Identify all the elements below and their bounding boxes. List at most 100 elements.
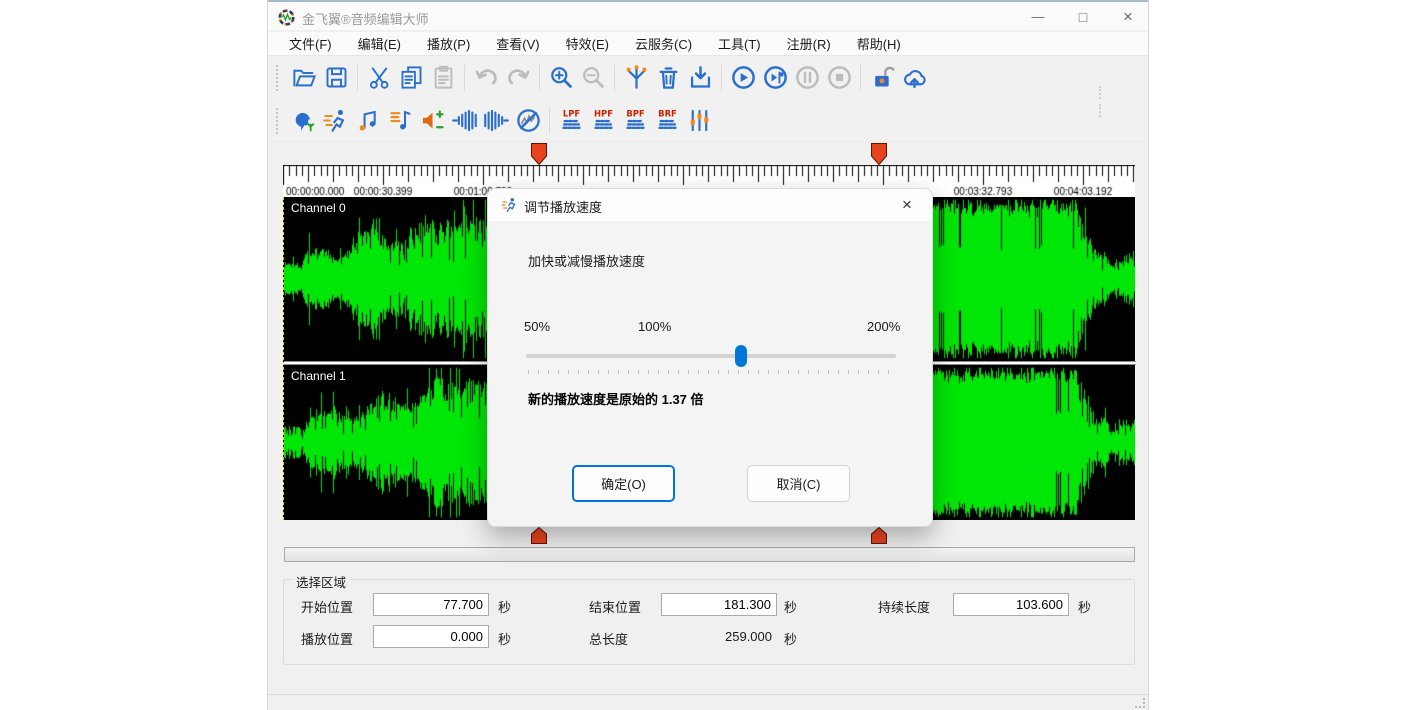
toolbar-grip	[1099, 104, 1101, 117]
selection-start-marker-top[interactable]	[531, 143, 547, 165]
menu-item-9[interactable]: 帮助(H)	[844, 31, 914, 56]
menu-item-2[interactable]: 编辑(E)	[345, 31, 414, 56]
toolbar-grip	[1099, 86, 1101, 99]
slider-tick	[698, 370, 699, 374]
minimize-button[interactable]: —	[1021, 4, 1055, 30]
menu-item-8[interactable]: 注册(R)	[774, 31, 844, 56]
zoom-out-icon	[578, 63, 608, 93]
slider-tick	[758, 370, 759, 374]
toolbar-separator	[549, 108, 550, 134]
selection-panel: 选择区域 开始位置秒结束位置秒持续长度秒播放位置秒总长度259.000秒	[283, 579, 1135, 665]
toolbar-separator	[357, 65, 358, 91]
cloud-upload-icon[interactable]	[899, 63, 929, 93]
slider-tick	[798, 370, 799, 374]
slider-tick	[748, 370, 749, 374]
brf-filter-icon[interactable]: BRF	[652, 106, 682, 136]
denoise-icon[interactable]	[513, 106, 543, 136]
paste-icon	[428, 63, 458, 93]
toolbar-effects: LPF HPF BPF BRF	[268, 100, 1148, 142]
svg-text:LPF: LPF	[562, 109, 580, 119]
equalizer-icon[interactable]	[684, 106, 714, 136]
ok-button[interactable]: 确定(O)	[572, 465, 675, 502]
slider-tick	[728, 370, 729, 374]
play-selection-icon[interactable]	[760, 63, 790, 93]
copy-icon[interactable]	[396, 63, 426, 93]
slider-tick	[628, 370, 629, 374]
slider-tick	[808, 370, 809, 374]
selection-end-marker-top[interactable]	[871, 143, 887, 165]
field-input[interactable]	[953, 593, 1069, 616]
svg-text:BPF: BPF	[626, 109, 645, 119]
slider-tick	[838, 370, 839, 374]
speed-slider-track[interactable]	[526, 354, 896, 358]
field-label: 持续长度	[878, 597, 930, 616]
field-input[interactable]	[661, 593, 777, 616]
selection-end-marker-bottom[interactable]	[871, 527, 887, 544]
speed-slider-thumb[interactable]	[735, 345, 747, 367]
play-icon[interactable]	[728, 63, 758, 93]
slider-tick	[578, 370, 579, 374]
slider-tick	[588, 370, 589, 374]
toolbar-separator	[614, 65, 615, 91]
fade-out-icon[interactable]	[481, 106, 511, 136]
runner-icon	[501, 196, 519, 214]
insert-icon[interactable]	[685, 63, 715, 93]
change-speed-icon[interactable]	[321, 106, 351, 136]
close-button[interactable]: ×	[1111, 4, 1145, 30]
toolbar-grip	[276, 65, 281, 91]
bpf-filter-icon[interactable]: BPF	[620, 106, 650, 136]
field-label: 结束位置	[589, 597, 641, 616]
field-unit: 秒	[498, 629, 511, 648]
zoom-in-icon[interactable]	[546, 63, 576, 93]
voice-icon[interactable]	[289, 106, 319, 136]
slider-tick	[548, 370, 549, 374]
cut-icon[interactable]	[364, 63, 394, 93]
channel-1-label: Channel 1	[291, 369, 346, 383]
slider-tick	[708, 370, 709, 374]
slider-tick	[638, 370, 639, 374]
menu-item-5[interactable]: 特效(E)	[553, 31, 622, 56]
field-input[interactable]	[373, 625, 489, 648]
cancel-button[interactable]: 取消(C)	[747, 465, 850, 502]
slider-tick	[668, 370, 669, 374]
menu-item-3[interactable]: 播放(P)	[414, 31, 483, 56]
dialog-title-bar: 调节播放速度 ×	[488, 189, 932, 221]
horizontal-scrollbar[interactable]	[284, 547, 1135, 562]
dialog-close-button[interactable]: ×	[894, 193, 920, 217]
slider-mid-label: 100%	[638, 319, 671, 334]
menu-bar: 文件(F)编辑(E)播放(P)查看(V)特效(E)云服务(C)工具(T)注册(R…	[268, 32, 1148, 56]
app-title: 金飞翼®音频编辑大师	[302, 9, 429, 28]
menu-item-4[interactable]: 查看(V)	[483, 31, 552, 56]
menu-item-1[interactable]: 文件(F)	[276, 31, 345, 56]
open-file-icon[interactable]	[289, 63, 319, 93]
lpf-filter-icon[interactable]: LPF	[556, 106, 586, 136]
slider-tick	[658, 370, 659, 374]
resize-grip[interactable]	[1135, 698, 1145, 708]
slider-tick	[768, 370, 769, 374]
fade-in-icon[interactable]	[449, 106, 479, 136]
lock-icon[interactable]	[867, 63, 897, 93]
app-icon	[278, 9, 295, 26]
change-pitch-icon[interactable]	[353, 106, 383, 136]
slider-tick	[558, 370, 559, 374]
slider-tick	[738, 370, 739, 374]
adjust-volume-icon[interactable]	[417, 106, 447, 136]
menu-item-7[interactable]: 工具(T)	[705, 31, 774, 56]
delete-icon[interactable]	[653, 63, 683, 93]
change-tempo-icon[interactable]	[385, 106, 415, 136]
dialog-result-text: 新的播放速度是原始的 1.37 倍	[528, 389, 704, 408]
slider-min-label: 50%	[524, 319, 550, 334]
selection-start-marker-bottom[interactable]	[531, 527, 547, 544]
save-file-icon[interactable]	[321, 63, 351, 93]
field-value: 259.000	[661, 629, 777, 644]
field-input[interactable]	[373, 593, 489, 616]
maximize-button[interactable]: □	[1066, 4, 1100, 30]
dialog-title: 调节播放速度	[524, 197, 602, 216]
hpf-filter-icon[interactable]: HPF	[588, 106, 618, 136]
redo-icon	[503, 63, 533, 93]
menu-item-6[interactable]: 云服务(C)	[622, 31, 705, 56]
channel-0-label: Channel 0	[291, 201, 346, 215]
mix-icon[interactable]	[621, 63, 651, 93]
slider-tick	[648, 370, 649, 374]
toolbar-separator	[539, 65, 540, 91]
